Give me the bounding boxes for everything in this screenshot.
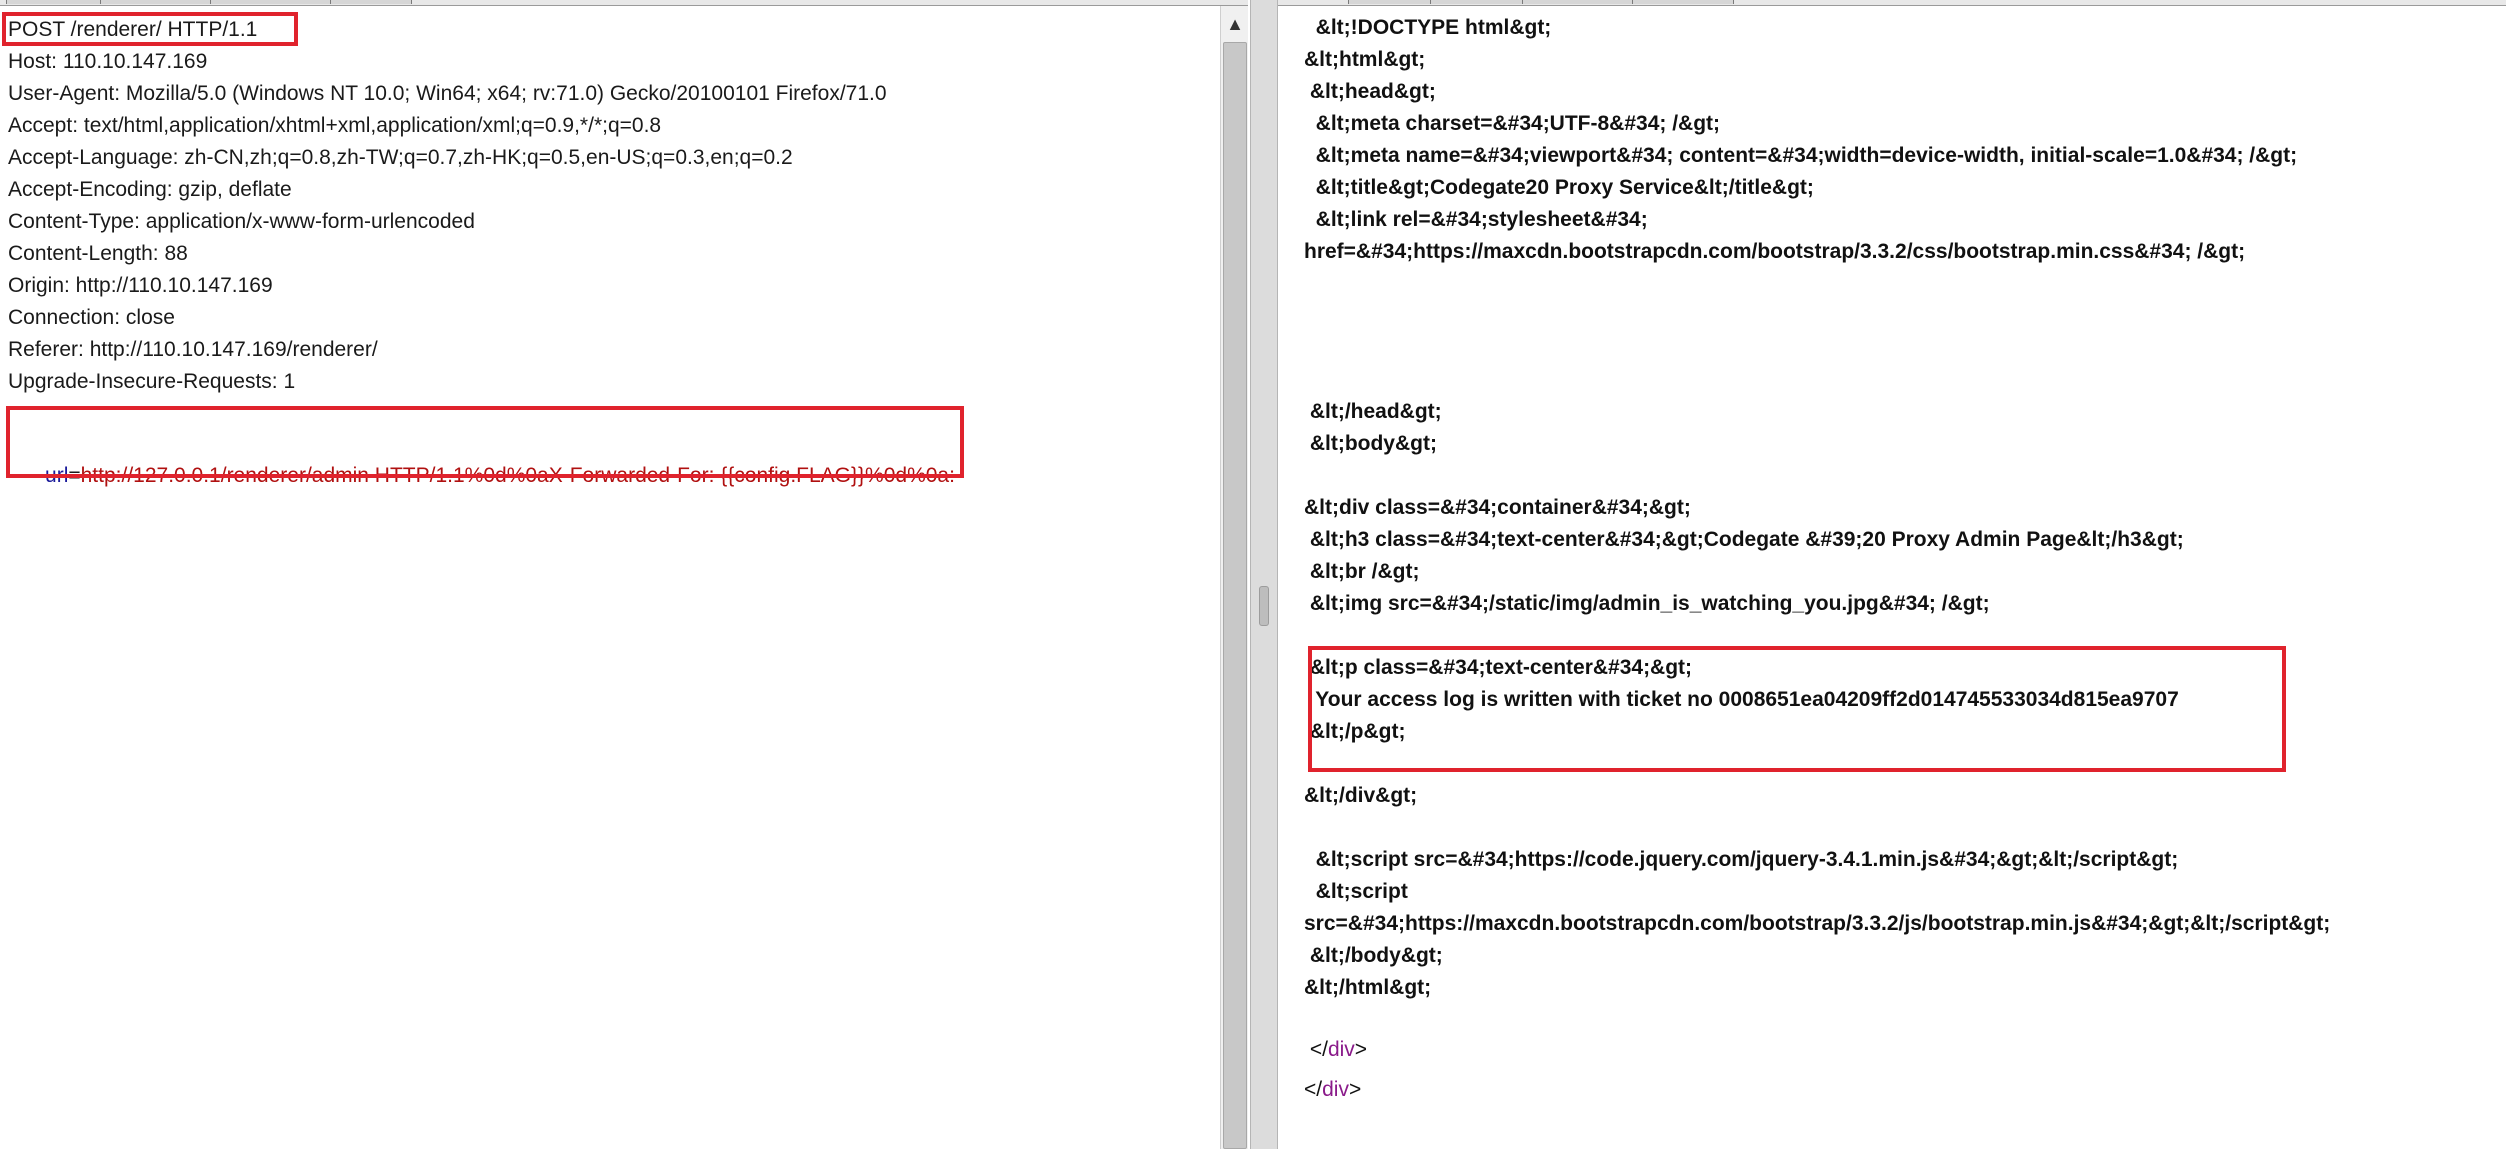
response-line bbox=[1304, 364, 2494, 396]
response-line: &lt;/body&gt; bbox=[1304, 944, 1443, 967]
request-header-line: Accept: text/html,application/xhtml+xml,… bbox=[8, 114, 662, 137]
request-header-line: Upgrade-Insecure-Requests: 1 bbox=[8, 370, 296, 393]
response-tab-headers[interactable] bbox=[1430, 0, 1524, 4]
response-line: Your access log is written with ticket n… bbox=[1304, 688, 2179, 711]
request-header-line: Connection: close bbox=[8, 306, 175, 329]
closing-tag-close: > bbox=[1354, 1038, 1368, 1061]
burp-repeater-view: POST /renderer/ HTTP/1.1 Host: 110.10.147… bbox=[0, 0, 2506, 1149]
closing-tag-open: </ bbox=[1304, 1038, 1328, 1061]
response-line: &lt;script src=&#34;https://code.jquery.… bbox=[1304, 848, 2179, 871]
response-line bbox=[1304, 460, 2494, 492]
response-tab-strip bbox=[1278, 0, 2506, 6]
closing-tag-line: </div> bbox=[1304, 1030, 1367, 1070]
response-line: &lt;/html&gt; bbox=[1304, 976, 1432, 999]
response-line: &lt;h3 class=&#34;text-center&#34;&gt;Co… bbox=[1304, 528, 2184, 551]
response-line bbox=[1304, 1004, 2494, 1036]
response-line: src=&#34;https://maxcdn.bootstrapcdn.com… bbox=[1304, 912, 2331, 935]
response-line: &lt;link rel=&#34;stylesheet&#34; bbox=[1304, 208, 1648, 231]
response-line bbox=[1304, 748, 2494, 780]
request-tab-strip bbox=[0, 0, 1248, 6]
response-line: &lt;br /&gt; bbox=[1304, 560, 1420, 583]
request-header-line: Host: 110.10.147.169 bbox=[8, 50, 208, 73]
scroll-thumb[interactable] bbox=[1223, 42, 1247, 1149]
response-line: href=&#34;https://maxcdn.bootstrapcdn.co… bbox=[1304, 240, 2246, 263]
request-editor-pane[interactable]: POST /renderer/ HTTP/1.1 Host: 110.10.147… bbox=[0, 0, 1248, 1149]
request-scrollbar[interactable]: ▲ bbox=[1220, 6, 1248, 1149]
response-line: &lt;!DOCTYPE html&gt; bbox=[1304, 16, 1552, 39]
response-tab-hex[interactable] bbox=[1522, 0, 1634, 4]
request-header-line: User-Agent: Mozilla/5.0 (Windows NT 10.0… bbox=[8, 82, 887, 105]
body-param-key: url bbox=[45, 464, 69, 487]
response-line: &lt;/head&gt; bbox=[1304, 400, 1442, 423]
request-header-line: Accept-Encoding: gzip, deflate bbox=[8, 178, 292, 201]
response-line: &lt;/p&gt; bbox=[1304, 720, 1406, 743]
request-header-line: Content-Type: application/x-www-form-url… bbox=[8, 210, 475, 233]
request-header-line: Content-Length: 88 bbox=[8, 242, 188, 265]
request-header-line: Accept-Language: zh-CN,zh;q=0.8,zh-TW;q=… bbox=[8, 146, 793, 169]
scroll-up-arrow-icon[interactable]: ▲ bbox=[1225, 14, 1245, 34]
request-tab-raw[interactable] bbox=[6, 0, 102, 4]
response-line: &lt;title&gt;Codegate20 Proxy Service&lt… bbox=[1304, 176, 1814, 199]
request-header-line: POST /renderer/ HTTP/1.1 bbox=[8, 18, 258, 41]
response-viewer-pane[interactable]: &lt;!DOCTYPE html&gt; &lt;html&gt; &lt;he… bbox=[1278, 0, 2506, 1149]
response-line bbox=[1304, 812, 2494, 844]
response-line bbox=[1304, 300, 2494, 332]
request-headers[interactable]: POST /renderer/ HTTP/1.1 Host: 110.10.147… bbox=[8, 14, 1208, 398]
request-tab-hex[interactable] bbox=[330, 0, 412, 4]
response-line: &lt;img src=&#34;/static/img/admin_is_wa… bbox=[1304, 592, 1990, 615]
response-closing-tags: </div> </div> bbox=[1304, 1030, 1367, 1110]
response-line: &lt;meta name=&#34;viewport&#34; content… bbox=[1304, 144, 2298, 167]
closing-tag-name: div bbox=[1327, 1038, 1355, 1061]
response-line: &lt;meta charset=&#34;UTF-8&#34; /&gt; bbox=[1304, 112, 1721, 135]
closing-tag-line: </div> bbox=[1304, 1070, 1367, 1110]
response-line: &lt;div class=&#34;container&#34;&gt; bbox=[1304, 496, 1691, 519]
request-header-line: Referer: http://110.10.147.169/renderer/ bbox=[8, 338, 378, 361]
pane-splitter[interactable] bbox=[1250, 0, 1278, 1149]
response-tab-render[interactable] bbox=[1632, 0, 1734, 4]
response-line: &lt;/div&gt; bbox=[1304, 784, 1418, 807]
body-param-value: http://127.0.0.1/renderer/admin HTTP/1.1… bbox=[80, 464, 955, 487]
response-line: &lt;script bbox=[1304, 880, 1408, 903]
closing-tag-open: </ bbox=[1304, 1078, 1323, 1101]
response-line: &lt;head&gt; bbox=[1304, 80, 1436, 103]
response-line bbox=[1304, 620, 2494, 652]
request-tab-params[interactable] bbox=[100, 0, 212, 4]
response-line: &lt;html&gt; bbox=[1304, 48, 1426, 71]
response-body[interactable]: &lt;!DOCTYPE html&gt; &lt;html&gt; &lt;he… bbox=[1304, 12, 2494, 1036]
closing-tag-close: > bbox=[1348, 1078, 1362, 1101]
response-line: &lt;body&gt; bbox=[1304, 432, 1437, 455]
closing-tag-name: div bbox=[1322, 1078, 1349, 1101]
request-body[interactable]: url=http://127.0.0.1/renderer/admin HTTP… bbox=[10, 428, 955, 487]
response-line bbox=[1304, 332, 2494, 364]
response-line: &lt;p class=&#34;text-center&#34;&gt; bbox=[1304, 656, 1693, 679]
response-tab-raw[interactable] bbox=[1348, 0, 1432, 4]
body-param-equals: = bbox=[68, 464, 81, 487]
response-line bbox=[1304, 268, 2494, 300]
request-tab-headers[interactable] bbox=[210, 0, 332, 4]
splitter-grip-icon[interactable] bbox=[1259, 586, 1269, 626]
request-header-line: Origin: http://110.10.147.169 bbox=[8, 274, 273, 297]
